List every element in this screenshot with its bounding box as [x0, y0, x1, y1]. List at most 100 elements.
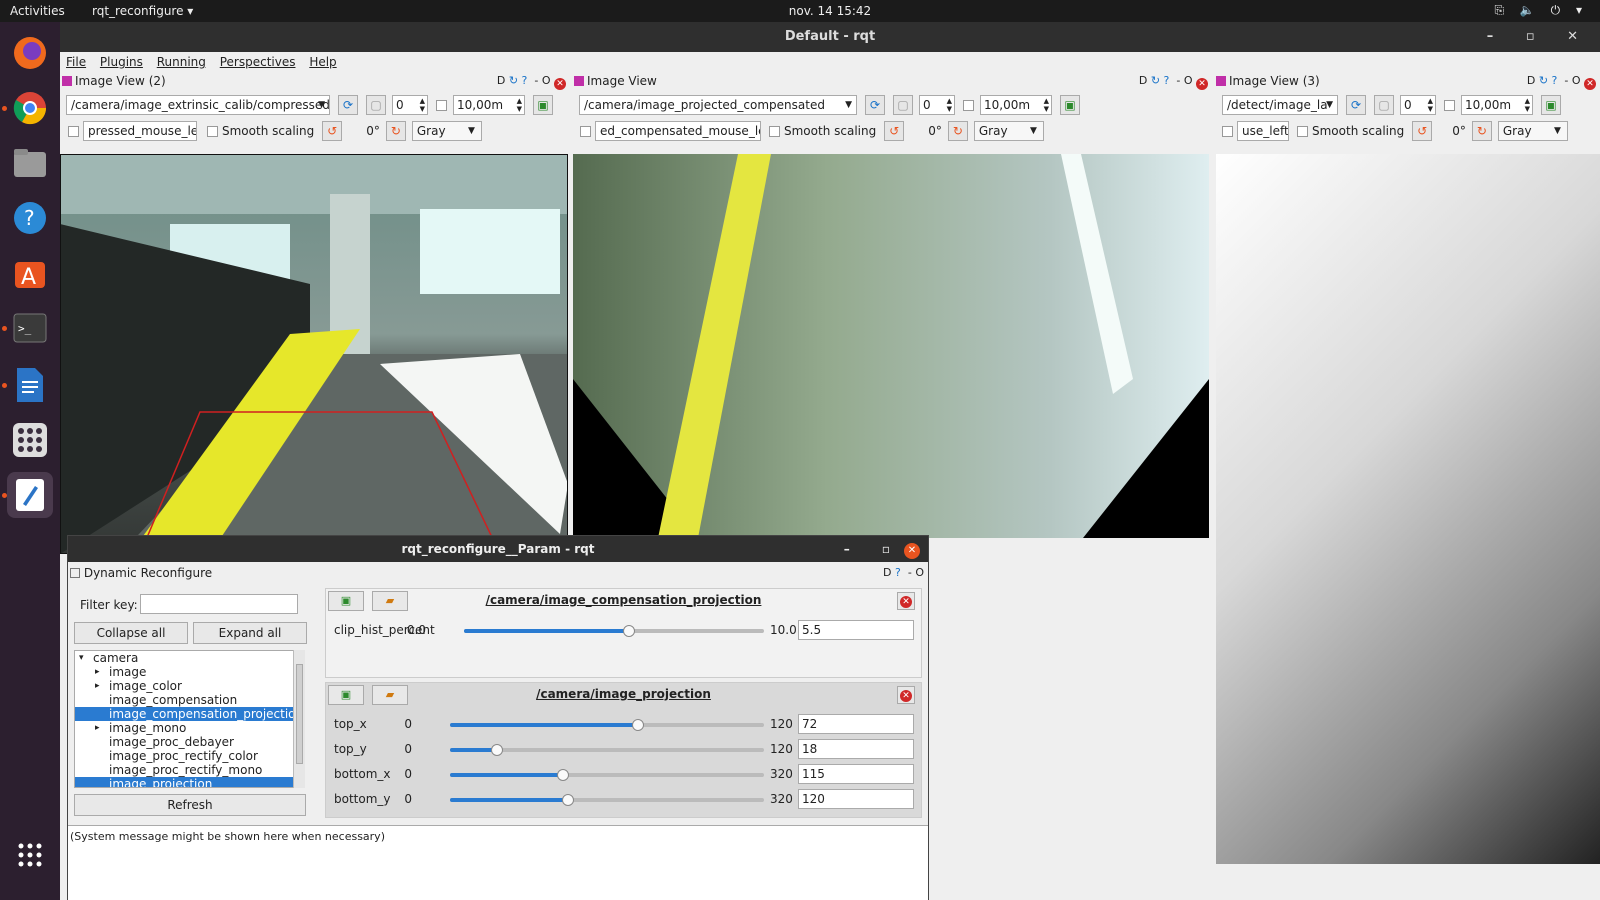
close-icon[interactable]: ✕ — [1584, 78, 1596, 90]
tree-item[interactable]: image_projection — [75, 777, 304, 787]
mouse-topic-field[interactable]: ed_compensated_mouse_left — [595, 121, 761, 141]
rate-spinbox[interactable]: 10,00m ▲ ▼ — [980, 95, 1052, 115]
scrollbar-thumb[interactable] — [296, 664, 303, 764]
rotate-right-button[interactable]: ↻ — [1471, 121, 1492, 141]
collapsed-arrow-icon[interactable]: ▸ — [95, 721, 100, 735]
save-image-button[interactable]: ▣ — [1541, 95, 1561, 115]
window-titlebar[interactable]: Default - rqt – ▫ ✕ — [60, 22, 1600, 52]
param-value-input[interactable]: 115 — [798, 764, 914, 784]
param-slider[interactable] — [450, 719, 764, 731]
topic-selector[interactable]: /camera/image_projected_compensated ▼ — [579, 95, 857, 115]
tree-item[interactable]: image_proc_debayer — [75, 735, 304, 749]
show-applications-icon[interactable] — [7, 832, 53, 878]
writer-icon[interactable] — [7, 362, 53, 408]
zoom-button[interactable]: ▢ — [366, 95, 386, 115]
tree-item[interactable]: ▾ camera — [75, 651, 304, 665]
zoom-button[interactable]: ▢ — [1374, 95, 1394, 115]
rotate-left-button[interactable]: ↺ — [884, 121, 905, 141]
refresh-topics-button[interactable]: ⟳ — [865, 95, 885, 115]
dock-toggle-icon[interactable]: D — [1527, 74, 1535, 87]
help-icon[interactable]: ? — [7, 195, 53, 241]
dock-toggle-icon[interactable]: D — [883, 566, 891, 579]
close-icon[interactable]: ✕ — [1196, 78, 1208, 90]
tree-item[interactable]: image_proc_rectify_mono — [75, 763, 304, 777]
dynamic-range-checkbox[interactable] — [436, 99, 447, 111]
save-image-button[interactable]: ▣ — [1060, 95, 1080, 115]
refresh-topics-button[interactable]: ⟳ — [1346, 95, 1366, 115]
close-group-button[interactable]: ✕ — [897, 592, 915, 610]
menu-plugins[interactable]: Plugins — [100, 52, 143, 72]
param-slider[interactable] — [450, 744, 764, 756]
detect-image-view[interactable] — [1216, 154, 1600, 864]
smooth-scaling-checkbox[interactable] — [1297, 125, 1308, 137]
param-value-input[interactable]: 72 — [798, 714, 914, 734]
dialog-min-max-controls[interactable]: – ▫ — [844, 542, 904, 556]
param-slider[interactable] — [450, 794, 764, 806]
reload-icon[interactable]: ↻ — [1151, 74, 1160, 87]
tree-item[interactable]: image_compensation — [75, 693, 304, 707]
zoom-button[interactable]: ▢ — [893, 95, 913, 115]
expand-all-button[interactable]: Expand all — [193, 622, 307, 644]
files-icon[interactable] — [7, 140, 53, 186]
rotate-left-button[interactable]: ↺ — [1412, 121, 1433, 141]
slider-handle[interactable] — [623, 625, 635, 637]
menu-help[interactable]: Help — [309, 52, 336, 72]
dock-toggle-icon[interactable]: D — [1139, 74, 1147, 87]
expanded-arrow-icon[interactable]: ▾ — [79, 651, 84, 665]
param-slider[interactable] — [450, 769, 764, 781]
help-icon[interactable]: ? — [522, 74, 528, 87]
tree-item[interactable]: ▸ image_mono — [75, 721, 304, 735]
close-group-button[interactable]: ✕ — [897, 686, 915, 704]
rotate-left-button[interactable]: ↺ — [322, 121, 343, 141]
tree-item[interactable]: ▸ image — [75, 665, 304, 679]
dynamic-range-checkbox[interactable] — [963, 99, 974, 111]
text-editor-icon[interactable] — [7, 472, 53, 518]
mouse-topic-field[interactable]: pressed_mouse_left — [83, 121, 197, 141]
software-store-icon[interactable]: A — [7, 250, 53, 296]
camera-image-extrinsic[interactable] — [60, 154, 568, 554]
clock[interactable]: nov. 14 15:42 — [0, 4, 1600, 18]
slider-handle[interactable] — [491, 744, 504, 756]
refresh-button[interactable]: Refresh — [74, 794, 306, 816]
close-icon[interactable]: ✕ — [554, 78, 566, 90]
dock-toggle-icon[interactable]: D — [497, 74, 505, 87]
zoom-spinbox[interactable]: 0 ▲ ▼ — [1400, 95, 1436, 115]
help-icon[interactable]: ? — [1552, 74, 1558, 87]
pane-min-float[interactable]: - O — [1564, 74, 1580, 87]
menu-perspectives[interactable]: Perspectives — [220, 52, 296, 72]
dynamic-range-checkbox[interactable] — [1444, 99, 1455, 111]
rotate-right-button[interactable]: ↻ — [385, 121, 406, 141]
help-icon[interactable]: ? — [1164, 74, 1170, 87]
chrome-icon[interactable] — [7, 85, 53, 131]
publish-mouse-checkbox[interactable] — [1222, 125, 1233, 137]
window-controls[interactable]: – ▫ ✕ — [1487, 22, 1592, 52]
publish-mouse-checkbox[interactable] — [580, 125, 591, 137]
slider-handle[interactable] — [557, 769, 570, 781]
menu-file[interactable]: File — [66, 52, 86, 72]
collapsed-arrow-icon[interactable]: ▸ — [95, 679, 100, 693]
smooth-scaling-checkbox[interactable] — [769, 125, 780, 137]
param-value-input[interactable]: 18 — [798, 739, 914, 759]
topic-selector[interactable]: /camera/image_extrinsic_calib/compressed… — [66, 95, 330, 115]
tree-item[interactable]: ▸ image_color — [75, 679, 304, 693]
tree-item[interactable]: image_proc_rectify_color — [75, 749, 304, 763]
terminal-icon[interactable]: >_ — [7, 305, 53, 351]
param-slider[interactable] — [464, 625, 764, 637]
reload-icon[interactable]: ↻ — [1539, 74, 1548, 87]
camera-image-projected[interactable] — [573, 154, 1209, 538]
filter-key-input[interactable] — [140, 594, 298, 614]
tree-item[interactable]: image_compensation_projection — [75, 707, 304, 721]
collapsed-arrow-icon[interactable]: ▸ — [95, 665, 100, 679]
zoom-spinbox[interactable]: 0 ▲ ▼ — [392, 95, 428, 115]
slider-handle[interactable] — [632, 719, 645, 731]
firefox-icon[interactable] — [7, 30, 53, 76]
mouse-topic-field[interactable]: use_left — [1237, 121, 1289, 141]
tree-scrollbar[interactable] — [293, 650, 305, 788]
pane-min-float[interactable]: - O — [534, 74, 550, 87]
save-image-button[interactable]: ▣ — [533, 95, 553, 115]
param-value-input[interactable]: 120 — [798, 789, 914, 809]
collapse-all-button[interactable]: Collapse all — [74, 622, 188, 644]
rate-spinbox[interactable]: 10,00m ▲ ▼ — [1461, 95, 1533, 115]
pane-min-float[interactable]: - O — [1176, 74, 1192, 87]
color-scheme-select[interactable]: Gray ▼ — [1497, 121, 1568, 141]
